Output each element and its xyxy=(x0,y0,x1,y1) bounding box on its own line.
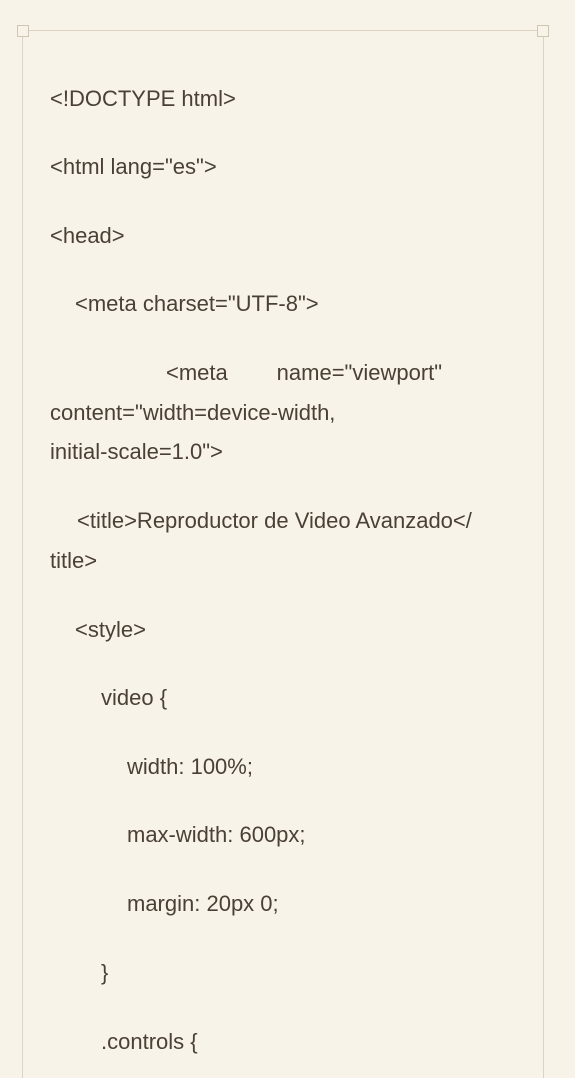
code-line: .controls { xyxy=(101,1029,198,1054)
page-frame xyxy=(17,25,549,1078)
code-line: <html lang="es"> xyxy=(50,154,217,179)
code-line: <head> xyxy=(50,223,125,248)
code-line: initial-scale=1.0"> xyxy=(50,439,223,464)
code-line: margin: 20px 0; xyxy=(127,891,279,916)
code-line: <meta name="viewport" xyxy=(166,360,443,385)
code-line: <meta charset="UTF-8"> xyxy=(75,291,319,316)
code-line: video { xyxy=(101,685,168,710)
code-line: <style> xyxy=(75,617,146,642)
corner-ornament-top-right xyxy=(537,25,549,37)
corner-ornament-top-left xyxy=(17,25,29,37)
code-line: } xyxy=(101,960,109,985)
code-line: width: 100%; xyxy=(127,754,253,779)
code-line: max-width: 600px; xyxy=(127,822,306,847)
code-line: content="width=device-width, xyxy=(50,400,336,425)
code-line: <!DOCTYPE html> xyxy=(50,86,236,111)
code-line: title> xyxy=(50,548,98,573)
code-line: <title>Reproductor de Video Avanzado</ xyxy=(77,508,472,533)
